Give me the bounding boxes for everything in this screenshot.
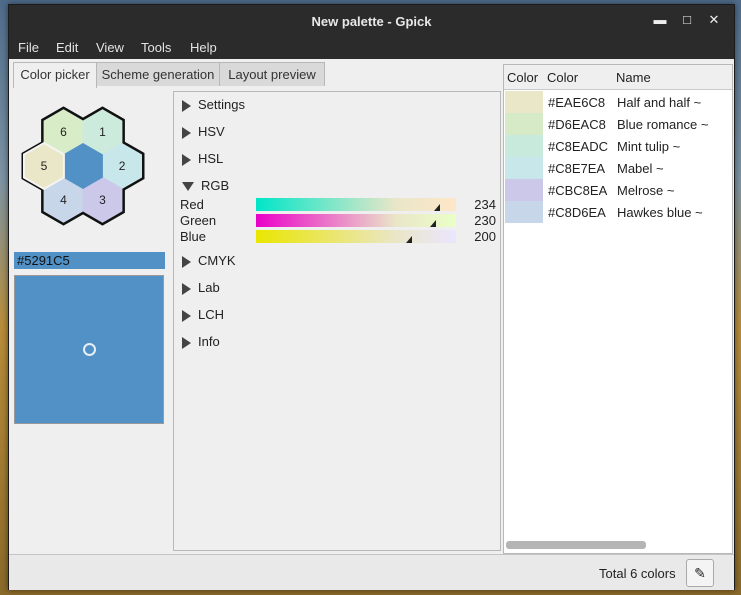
maximize-icon[interactable]: □	[680, 13, 694, 27]
section-info[interactable]: Info	[182, 334, 220, 349]
rgb-blue-slider[interactable]	[256, 230, 456, 243]
palette-color-name: Melrose ~	[617, 183, 675, 198]
rgb-red-value[interactable]: 234	[464, 197, 496, 212]
section-label: RGB	[201, 178, 230, 193]
rgb-red-label: Red	[180, 197, 204, 212]
column-color-hex[interactable]: Color	[547, 70, 578, 85]
palette-row[interactable]: #D6EAC8 Blue romance ~	[504, 113, 732, 135]
rgb-red-slider[interactable]	[256, 198, 456, 211]
palette-hex: #D6EAC8	[548, 117, 606, 132]
horizontal-scrollbar[interactable]	[506, 541, 646, 549]
palette-color-name: Mabel ~	[617, 161, 664, 176]
palette-swatch	[505, 201, 543, 223]
palette-swatch	[505, 179, 543, 201]
section-label: Lab	[198, 280, 220, 295]
expander-right-icon	[182, 309, 191, 322]
title-bar[interactable]: New palette - Gpick ▬ □ ✕	[9, 5, 734, 36]
menu-tools[interactable]: Tools	[141, 40, 171, 55]
eyedropper-button[interactable]: ✎	[686, 559, 714, 587]
palette-color-name: Blue romance ~	[617, 117, 709, 132]
close-icon[interactable]: ✕	[707, 13, 721, 27]
section-label: CMYK	[198, 253, 236, 268]
menu-view[interactable]: View	[96, 40, 124, 55]
slider-marker-icon[interactable]	[430, 220, 436, 227]
rgb-green-slider[interactable]	[256, 214, 456, 227]
eyedropper-icon: ✎	[694, 565, 706, 581]
slider-marker-icon[interactable]	[406, 236, 412, 243]
expander-right-icon	[182, 99, 191, 112]
rgb-green-label: Green	[180, 213, 217, 228]
hex-swatch-label: 5	[41, 159, 48, 173]
menu-edit[interactable]: Edit	[56, 40, 78, 55]
picker-cursor-icon[interactable]	[83, 343, 96, 356]
palette-row[interactable]: #C8EADC Mint tulip ~	[504, 135, 732, 157]
hex-swatches[interactable]: 6 1 5 2 4 3	[17, 99, 163, 233]
menu-file[interactable]: File	[18, 40, 39, 55]
section-hsl[interactable]: HSL	[182, 151, 223, 166]
expander-right-icon	[182, 336, 191, 349]
hex-swatch-label: 2	[119, 159, 126, 173]
section-label: Settings	[198, 97, 245, 112]
section-hsv[interactable]: HSV	[182, 124, 225, 139]
palette-row[interactable]: #C8E7EA Mabel ~	[504, 157, 732, 179]
tab-color-picker[interactable]: Color picker	[13, 62, 97, 88]
palette-swatch	[505, 135, 543, 157]
section-label: HSL	[198, 151, 224, 166]
palette-row[interactable]: #EAE6C8 Half and half ~	[504, 91, 732, 113]
palette-list[interactable]: Color Color Name #EAE6C8 Half and half ~ #…	[503, 64, 733, 554]
palette-swatch	[505, 157, 543, 179]
expander-down-icon	[182, 182, 194, 192]
expander-right-icon	[182, 126, 191, 139]
section-lch[interactable]: LCH	[182, 307, 224, 322]
section-label: Info	[198, 334, 220, 349]
palette-color-name: Mint tulip ~	[617, 139, 681, 154]
column-name[interactable]: Name	[616, 70, 651, 85]
menu-help[interactable]: Help	[190, 40, 217, 55]
color-space-panel: Settings HSV HSL RGB Red 234 Green 230 B…	[173, 91, 501, 551]
tab-scheme-generation[interactable]: Scheme generation	[96, 62, 220, 86]
palette-swatch	[505, 113, 543, 135]
palette-swatch	[505, 91, 543, 113]
palette-hex: #CBC8EA	[548, 183, 608, 198]
expander-right-icon	[182, 282, 191, 295]
expander-right-icon	[182, 255, 191, 268]
palette-hex: #C8EADC	[548, 139, 608, 154]
section-settings[interactable]: Settings	[182, 97, 245, 112]
palette-hex: #EAE6C8	[548, 95, 606, 110]
section-rgb[interactable]: RGB	[182, 178, 229, 193]
hex-swatch-label: 4	[60, 193, 67, 207]
section-label: LCH	[198, 307, 225, 322]
current-color-hex[interactable]: #5291C5	[14, 252, 165, 269]
window-title: New palette - Gpick	[311, 14, 432, 29]
rgb-blue-label: Blue	[180, 229, 207, 244]
palette-hex: #C8D6EA	[548, 205, 606, 220]
palette-hex: #C8E7EA	[548, 161, 606, 176]
hex-swatch-label: 1	[99, 125, 106, 139]
menu-bar: File Edit View Tools Help	[9, 36, 734, 59]
section-lab[interactable]: Lab	[182, 280, 220, 295]
section-cmyk[interactable]: CMYK	[182, 253, 236, 268]
palette-color-name: Hawkes blue ~	[617, 205, 703, 220]
status-bar: Total 6 colors ✎	[9, 554, 734, 590]
palette-header: Color Color Name	[504, 65, 732, 90]
palette-row[interactable]: #C8D6EA Hawkes blue ~	[504, 201, 732, 223]
app-window: New palette - Gpick ▬ □ ✕ File Edit View…	[8, 4, 735, 590]
color-preview[interactable]	[14, 275, 164, 424]
tab-layout-preview[interactable]: Layout preview	[219, 62, 325, 86]
minimize-icon[interactable]: ▬	[653, 13, 667, 27]
rgb-blue-value[interactable]: 200	[464, 229, 496, 244]
palette-color-name: Half and half ~	[617, 95, 702, 110]
hex-swatch-label: 6	[60, 125, 67, 139]
rgb-green-value[interactable]: 230	[464, 213, 496, 228]
column-color-swatch[interactable]: Color	[507, 70, 538, 85]
palette-row[interactable]: #CBC8EA Melrose ~	[504, 179, 732, 201]
status-total: Total 6 colors	[599, 566, 676, 581]
hex-swatch-label: 3	[99, 193, 106, 207]
section-label: HSV	[198, 124, 225, 139]
slider-marker-icon[interactable]	[434, 204, 440, 211]
expander-right-icon	[182, 153, 191, 166]
